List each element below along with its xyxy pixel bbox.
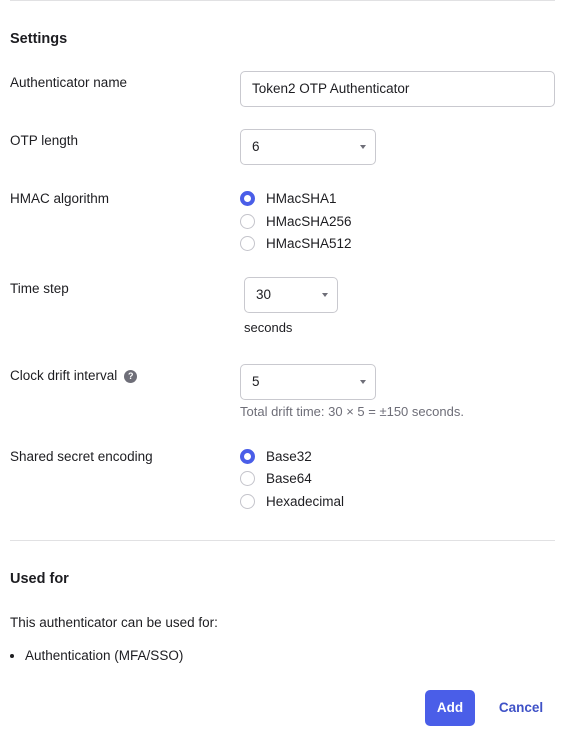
top-divider xyxy=(10,0,555,1)
list-item-text: Authentication (MFA/SSO) xyxy=(25,648,184,663)
radio-checked-icon[interactable] xyxy=(240,190,255,206)
radio-label: HMacSHA256 xyxy=(266,213,352,229)
radio-label: HMacSHA512 xyxy=(266,235,352,251)
encoding-label: Shared secret encoding xyxy=(10,449,153,464)
chevron-down-icon xyxy=(360,380,366,384)
otp-length-select[interactable]: 6 xyxy=(240,129,376,165)
chevron-down-icon xyxy=(322,293,328,297)
used-for-heading: Used for xyxy=(10,571,69,587)
clock-drift-select[interactable]: 5 xyxy=(240,364,376,400)
chevron-down-icon xyxy=(360,145,366,149)
radio-base64[interactable]: Base64 xyxy=(240,468,312,488)
time-step-value: 30 xyxy=(256,287,272,302)
radio-hexadecimal[interactable]: Hexadecimal xyxy=(240,491,344,511)
time-step-label: Time step xyxy=(10,281,69,296)
radio-unchecked-icon[interactable] xyxy=(240,470,255,486)
add-button[interactable]: Add xyxy=(425,690,475,726)
radio-checked-icon[interactable] xyxy=(240,448,255,464)
clock-drift-value: 5 xyxy=(252,374,260,389)
radio-label: Base64 xyxy=(266,470,312,486)
time-step-select[interactable]: 30 xyxy=(244,277,338,313)
settings-heading: Settings xyxy=(10,31,68,47)
radio-label: Base32 xyxy=(266,448,312,464)
clock-drift-label-text: Clock drift interval xyxy=(10,368,118,383)
authenticator-name-label: Authenticator name xyxy=(10,75,128,90)
authenticator-name-input[interactable]: Token2 OTP Authenticator xyxy=(240,71,555,107)
hmac-algorithm-label: HMAC algorithm xyxy=(10,191,110,206)
radio-label: HMacSHA1 xyxy=(266,190,337,206)
cancel-button[interactable]: Cancel xyxy=(493,690,549,726)
clock-drift-label: Clock drift interval? xyxy=(10,368,138,383)
radio-label: Hexadecimal xyxy=(266,493,345,509)
help-icon[interactable]: ? xyxy=(124,370,138,383)
radio-unchecked-icon[interactable] xyxy=(240,493,255,509)
otp-length-label: OTP length xyxy=(10,133,79,148)
bullet-icon xyxy=(10,653,14,658)
time-step-unit: seconds xyxy=(244,320,293,335)
radio-unchecked-icon[interactable] xyxy=(240,213,255,229)
used-for-description: This authenticator can be used for: xyxy=(10,615,218,630)
radio-hmacsha1[interactable]: HMacSHA1 xyxy=(240,188,337,208)
radio-base32[interactable]: Base32 xyxy=(240,446,312,466)
radio-hmacsha256[interactable]: HMacSHA256 xyxy=(240,211,352,231)
radio-hmacsha512[interactable]: HMacSHA512 xyxy=(240,233,352,253)
radio-unchecked-icon[interactable] xyxy=(240,235,255,251)
drift-hint: Total drift time: 30 × 5 = ±150 seconds. xyxy=(240,404,464,419)
section-divider xyxy=(10,540,555,541)
list-item: Authentication (MFA/SSO) xyxy=(10,648,183,663)
otp-length-value: 6 xyxy=(252,139,260,154)
